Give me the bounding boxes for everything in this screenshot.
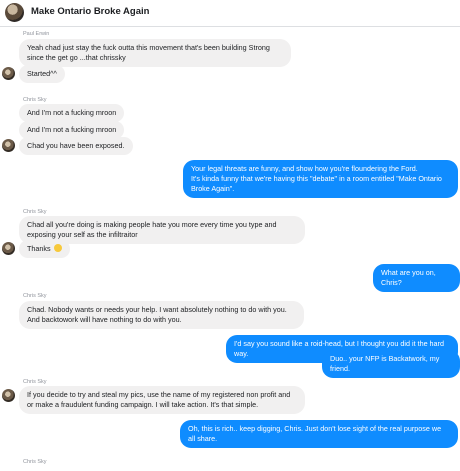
avatar[interactable] bbox=[2, 389, 15, 402]
message-bubble[interactable]: If you decide to try and steal my pics, … bbox=[19, 386, 305, 414]
group-avatar[interactable] bbox=[5, 3, 24, 22]
conversation-title[interactable]: Make Ontario Broke Again bbox=[31, 6, 149, 17]
conversation-header: Make Ontario Broke Again bbox=[0, 0, 460, 27]
message-bubble[interactable]: Started^^ bbox=[19, 65, 65, 83]
message-bubble[interactable]: Chad. Nobody wants or needs your help. I… bbox=[19, 301, 304, 329]
message-bubble-outgoing[interactable]: Duo.. your NFP is Backatwork, my friend. bbox=[322, 350, 460, 378]
avatar[interactable] bbox=[2, 67, 15, 80]
message-bubble-outgoing[interactable]: Your legal threats are funny, and show h… bbox=[183, 160, 458, 198]
message-text: Your legal threats are funny, and show h… bbox=[191, 164, 442, 193]
message-text: Thanks bbox=[27, 244, 51, 253]
grinning-face-icon bbox=[53, 244, 62, 252]
message-bubble[interactable]: And I'm not a fucking mroon bbox=[19, 104, 125, 122]
message-bubble-outgoing[interactable]: What are you on, Chris? bbox=[373, 264, 460, 292]
sender-name: Chris Sky bbox=[23, 379, 47, 385]
sender-name: Chris Sky bbox=[23, 293, 47, 299]
sender-name: Chris Sky bbox=[23, 459, 47, 465]
sender-name: Chris Sky bbox=[23, 97, 47, 103]
message-bubble[interactable]: Yeah chad just stay the fuck outta this … bbox=[19, 39, 291, 67]
avatar[interactable] bbox=[2, 139, 15, 152]
sender-name: Chris Sky bbox=[23, 209, 47, 215]
sender-name: Paul Erwin bbox=[23, 31, 50, 37]
message-bubble-outgoing[interactable]: Oh, this is rich.. keep digging, Chris. … bbox=[180, 420, 458, 448]
message-bubble[interactable]: Chad you have been exposed. bbox=[19, 137, 133, 155]
avatar[interactable] bbox=[2, 242, 15, 255]
message-bubble[interactable]: Thanks bbox=[19, 240, 70, 258]
